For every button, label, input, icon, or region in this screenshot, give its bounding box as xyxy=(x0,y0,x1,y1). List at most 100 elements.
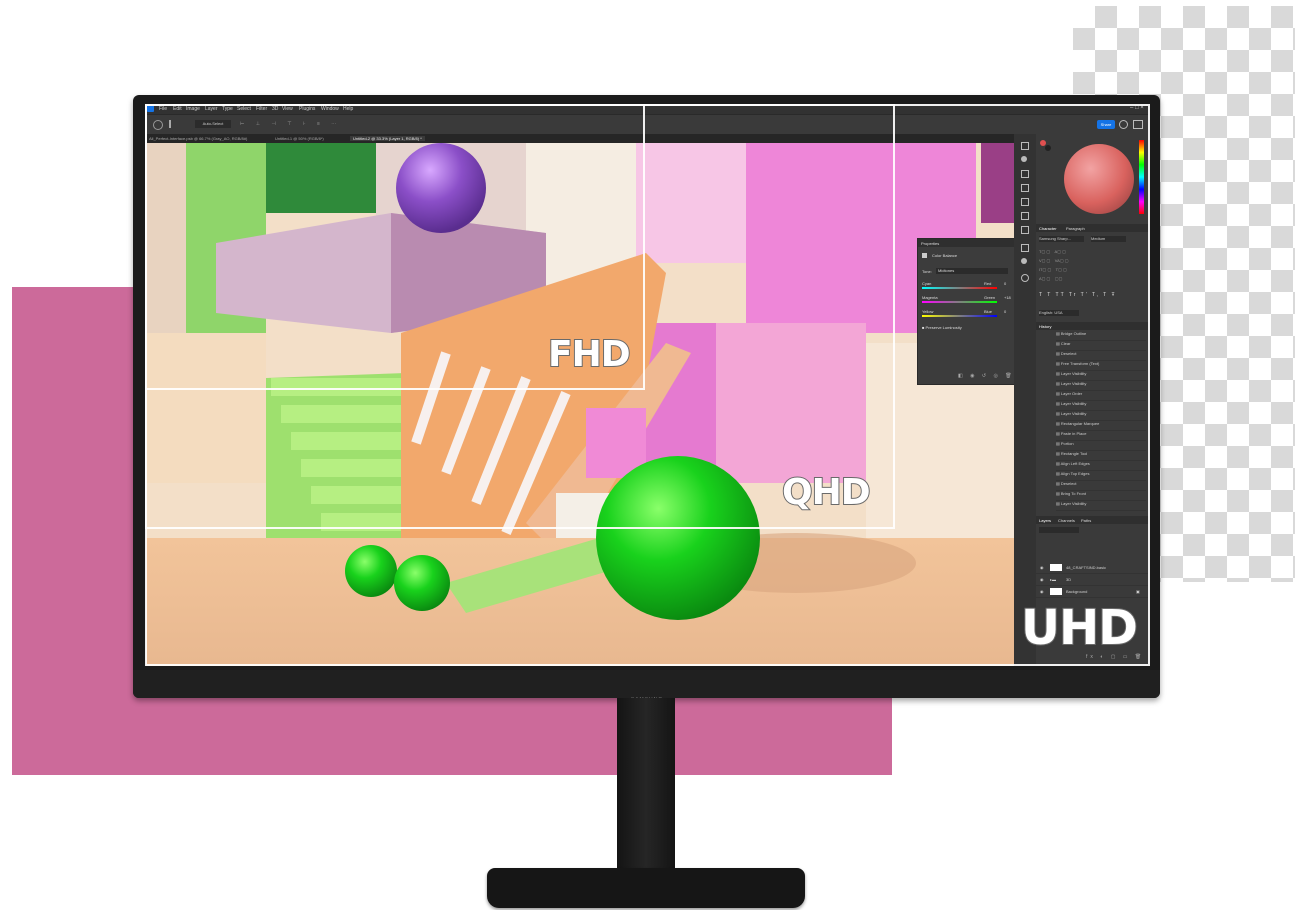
layer-thumbnail xyxy=(1050,588,1062,595)
tool-icon[interactable] xyxy=(1021,184,1029,192)
history-item-label: Portion xyxy=(1060,441,1074,446)
history-item[interactable]: ▤ Layer Visibility xyxy=(1056,371,1146,381)
history-item[interactable]: ▤ Paste in Place xyxy=(1056,431,1146,441)
background-color-swatch[interactable] xyxy=(1045,145,1051,151)
tool-icon[interactable] xyxy=(1021,226,1029,234)
slider-left-label: Cyan xyxy=(922,281,932,286)
panel-footer-icons[interactable]: ◧ ◉ ↺ ◎ 🗑 xyxy=(958,373,1015,379)
layer-row[interactable]: ◉ Background ▣ xyxy=(1036,586,1150,598)
history-item[interactable]: ▤ Align Left Edges xyxy=(1056,461,1146,471)
menu-select[interactable]: Select xyxy=(237,106,251,112)
font-family-select[interactable]: Samsung Sharp... xyxy=(1039,236,1084,242)
slider-value: 0 xyxy=(1004,309,1007,314)
tab-document-3[interactable]: Untitled-2 @ 33.3% (Layer 1, RGB/8) * xyxy=(350,136,425,141)
history-item[interactable]: ▤ Layer Visibility xyxy=(1056,381,1146,391)
tab-document-1[interactable]: All_Perfect-Interface.psb @ 66.7% (Gray_… xyxy=(149,136,247,141)
tab-character[interactable]: Character xyxy=(1039,226,1057,231)
history-item[interactable]: ▤ Deselect xyxy=(1056,481,1146,491)
tab-layers[interactable]: Layers xyxy=(1039,518,1051,523)
eye-icon[interactable]: ◉ xyxy=(1040,565,1044,570)
slider-right-label: Green xyxy=(984,295,996,300)
history-list: ▤ Bridge Outline ▤ Clear ▤ Deselect ▤ Free … xyxy=(1036,331,1150,511)
align-tools-icon[interactable]: ⊢ ⊥ ⊣ ⊤ ⊦ ≡ ⋯ xyxy=(240,121,410,127)
monitor-stand-neck xyxy=(617,698,675,874)
tool-icon[interactable] xyxy=(1021,274,1029,282)
tool-icon[interactable] xyxy=(1021,198,1029,206)
history-item-label: Rectangle Tool xyxy=(1060,451,1088,456)
slider-value: 0 xyxy=(1004,281,1007,286)
color-wheel[interactable] xyxy=(1064,144,1134,214)
tool-icon[interactable] xyxy=(1021,212,1029,220)
menu-help[interactable]: Help xyxy=(343,106,353,112)
slider-cyan-red[interactable]: Cyan Red 0 xyxy=(922,281,1012,289)
share-button[interactable]: Share xyxy=(1097,120,1115,129)
layer-filter-select[interactable] xyxy=(1039,527,1079,533)
tone-select[interactable]: Midtones xyxy=(936,268,1008,274)
tab-channels[interactable]: Channels xyxy=(1058,518,1075,523)
history-item-label: Layer Visibility xyxy=(1060,371,1087,376)
history-item[interactable]: ▤ Bridge Outline xyxy=(1056,331,1146,341)
auto-select-dropdown[interactable]: Auto-Select xyxy=(195,120,231,128)
language-select[interactable]: English: USA xyxy=(1039,310,1079,316)
menu-3d[interactable]: 3D xyxy=(272,106,278,112)
menu-filter[interactable]: Filter xyxy=(256,106,267,112)
history-item[interactable]: ▤ Portion xyxy=(1056,441,1146,451)
menu-plugins[interactable]: Plugins xyxy=(299,106,315,112)
document-tab-bar: All_Perfect-Interface.psb @ 66.7% (Gray_… xyxy=(145,134,1015,143)
history-item[interactable]: ▤ Rectangle Tool xyxy=(1056,451,1146,461)
eye-icon[interactable]: ◉ xyxy=(1040,577,1044,582)
history-item[interactable]: ▤ Bring To Front xyxy=(1056,491,1146,501)
history-item[interactable]: ▤ Layer Visibility xyxy=(1056,501,1146,511)
tool-icon[interactable] xyxy=(1021,244,1029,252)
menu-window[interactable]: Window xyxy=(321,106,339,112)
tab-document-2[interactable]: Untitled-1 @ 50% (RGB/8*) xyxy=(275,136,324,141)
eye-icon[interactable]: ◉ xyxy=(1040,589,1044,594)
history-item[interactable]: ▤ Layer Visibility xyxy=(1056,401,1146,411)
tool-icon[interactable] xyxy=(1021,142,1029,150)
history-title: History xyxy=(1039,324,1052,329)
tab-paths[interactable]: Paths xyxy=(1081,518,1091,523)
text-style-buttons[interactable]: T T TT Tr T' T, T Ŧ xyxy=(1039,292,1117,298)
history-item[interactable]: ▤ Layer Visibility xyxy=(1056,411,1146,421)
slider-yellow-blue[interactable]: Yellow Blue 0 xyxy=(922,309,1012,317)
history-item[interactable]: ▤ Layer Order xyxy=(1056,391,1146,401)
menu-file[interactable]: File xyxy=(159,106,167,112)
menu-type[interactable]: Type xyxy=(222,106,233,112)
history-item-label: Align Left Edges xyxy=(1060,461,1090,466)
menu-view[interactable]: View xyxy=(282,106,293,112)
layer-row[interactable]: ◉ ▸▬ 3D xyxy=(1036,574,1150,586)
history-item[interactable]: ▤ Free Transform (Text) xyxy=(1056,361,1146,371)
monitor-chin xyxy=(133,670,1160,698)
slider-magenta-green[interactable]: Magenta Green +18 xyxy=(922,295,1012,303)
history-item-label: Layer Visibility xyxy=(1060,411,1087,416)
home-icon[interactable] xyxy=(153,120,163,130)
lock-icon: ▣ xyxy=(1136,589,1140,594)
monitor-stand-base xyxy=(487,868,805,908)
font-style-select[interactable]: Medium xyxy=(1091,236,1126,242)
tool-icon[interactable] xyxy=(1021,156,1027,162)
tab-paragraph[interactable]: Paragraph xyxy=(1066,226,1085,231)
tool-icon[interactable] xyxy=(1021,258,1027,264)
layer-name: Background xyxy=(1066,589,1088,594)
menu-image[interactable]: Image xyxy=(186,106,200,112)
history-item[interactable]: ▤ Align Top Edges xyxy=(1056,471,1146,481)
layer-thumbnail xyxy=(1050,564,1062,571)
character-metrics[interactable]: T▢ ▢ A▢ ▢ V▢ ▢ VA▢ ▢ IT▢ ▢ T▢ ▢ A▢ ▢ ▢▢ xyxy=(1039,247,1139,287)
workspace-icon[interactable] xyxy=(1133,120,1143,129)
layer-row[interactable]: ◉ 48_CRAFTSIND.basic xyxy=(1036,562,1150,574)
preserve-luminosity-checkbox[interactable]: ■ Preserve Luminosity xyxy=(922,325,962,330)
history-item-label: Bring To Front xyxy=(1060,491,1086,496)
hue-slider[interactable] xyxy=(1139,140,1144,214)
history-item[interactable]: ▤ Deselect xyxy=(1056,351,1146,361)
history-item[interactable]: ▤ Rectangular Marquee xyxy=(1056,421,1146,431)
move-tool-icon[interactable] xyxy=(169,120,179,128)
tool-icon[interactable] xyxy=(1021,170,1029,178)
menu-edit[interactable]: Edit xyxy=(173,106,182,112)
history-item-label: Rectangular Marquee xyxy=(1060,421,1100,426)
history-item[interactable]: ▤ Clear xyxy=(1056,341,1146,351)
search-icon[interactable] xyxy=(1119,120,1128,129)
layer-name: 48_CRAFTSIND.basic xyxy=(1066,565,1107,570)
window-controls-icon[interactable]: – □ × xyxy=(1130,105,1144,111)
menu-layer[interactable]: Layer xyxy=(205,106,218,112)
document-canvas[interactable] xyxy=(146,143,1014,666)
